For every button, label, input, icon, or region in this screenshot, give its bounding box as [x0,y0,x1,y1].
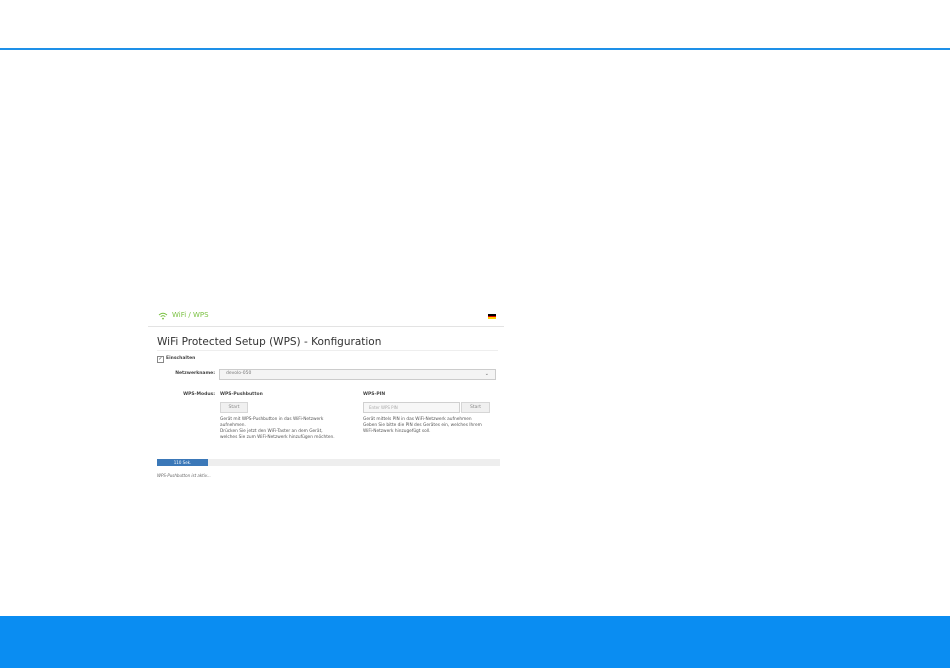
pushbutton-desc-line: welches Sie zum WiFi-Netzwerk hinzufügen… [220,435,335,440]
german-flag-icon[interactable] [488,314,496,319]
wps-mode-label: WPS-Modus: [183,392,215,397]
footer-bar [0,616,950,668]
wps-pin-input[interactable]: Enter WPS PIN [363,402,460,413]
enable-checkbox[interactable]: ✓ [157,356,164,363]
pushbutton-start-button[interactable]: Start [220,402,248,413]
wps-pin-placeholder: Enter WPS PIN [369,405,398,410]
progress-label: 110 Sek. [173,460,192,465]
pin-description: Gerät mittels PIN in das WiFi-Netzwerk a… [363,417,499,435]
chevron-down-icon: ⌄ [484,371,489,377]
wps-pin-heading: WPS-PIN [363,392,386,397]
pin-start-button[interactable]: Start [461,402,490,413]
wps-config-panel: WiFi / WPS WiFi Protected Setup (WPS) - … [148,306,504,480]
network-name-label: Netzwerkname: [175,371,215,376]
breadcrumb-bar: WiFi / WPS [148,306,504,327]
enable-label: Einschalten [166,356,196,361]
network-name-value: devolo-050 [226,371,252,376]
network-name-select[interactable]: devolo-050 ⌄ [219,369,496,380]
pin-desc-line: WiFi-Netzwerk hinzugefügt soll. [363,429,431,434]
breadcrumb[interactable]: WiFi / WPS [172,311,209,319]
wps-status-text: WPS-Pushbutton ist aktiv... [157,473,211,478]
wifi-icon [158,312,168,320]
wps-progress-bar: 110 Sek. [157,459,500,466]
title-divider [157,350,498,351]
wps-pushbutton-heading: WPS-Pushbutton [220,392,263,397]
header-accent-line [0,48,950,50]
pushbutton-description: Gerät mit WPS-Pushbutton in das WiFi-Net… [220,417,350,441]
page-title: WiFi Protected Setup (WPS) - Konfigurati… [157,336,382,348]
